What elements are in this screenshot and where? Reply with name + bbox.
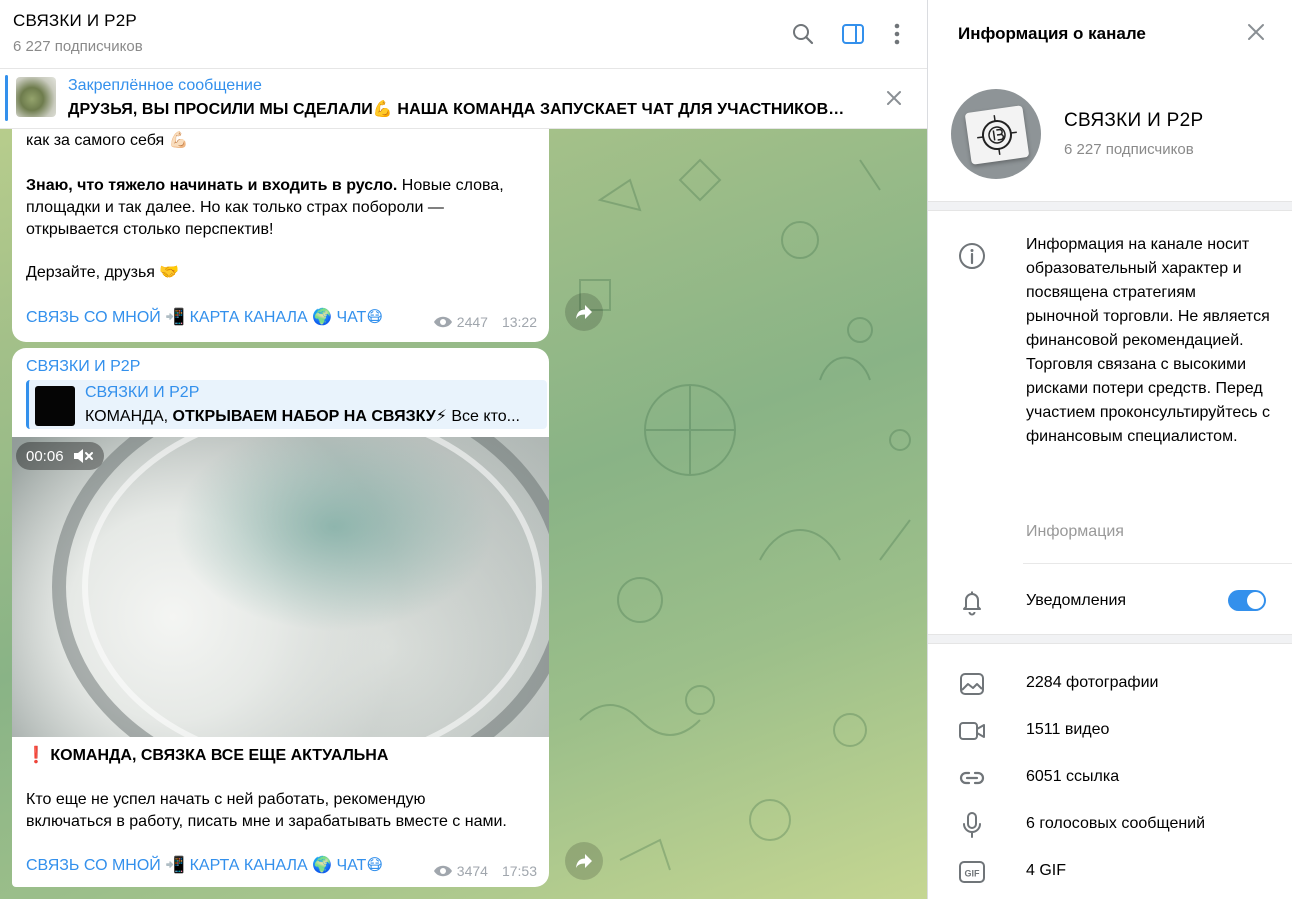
more-vertical-icon (894, 23, 900, 45)
sidebar-toggle-icon (842, 24, 864, 44)
view-count: 2447 (456, 314, 488, 330)
message-text-line: Кто еще не успел начать с ней работать, … (26, 791, 426, 808)
message-sender[interactable]: СВЯЗКИ И P2P (26, 358, 140, 376)
chat-title[interactable]: СВЯЗКИ И P2P (13, 11, 137, 31)
message-meta: 3474 17:53 (433, 863, 537, 879)
reply-title: СВЯЗКИ И P2P (85, 384, 200, 401)
pinned-indicator (5, 75, 8, 121)
message-time: 17:53 (501, 863, 537, 879)
message-links[interactable]: СВЯЗЬ СО МНОЙ 📲 КАРТА КАНАЛА 🌍 ЧАТ😷 (26, 307, 383, 327)
photo-icon (958, 671, 986, 697)
video-icon (958, 718, 986, 744)
eye-icon (433, 865, 452, 877)
microphone-icon (958, 811, 986, 839)
info-panel-title: Информация о канале (958, 24, 1146, 43)
close-info-button[interactable] (1246, 22, 1266, 42)
eye-icon (433, 316, 452, 328)
chat-area: СВЯЗКИ И P2P 6 227 подписчиков Закреплён… (0, 0, 927, 899)
message-bubble[interactable]: СВЯЗКИ И P2P СВЯЗКИ И P2P КОМАНДА, ОТКРЫ… (12, 348, 549, 887)
reply-prefix: КОМАНДА, (85, 408, 173, 425)
message-text-fragment: Новые слова, (397, 177, 504, 194)
forward-icon (576, 305, 592, 319)
message-text-line: включаться в работу, писать мне и зараба… (26, 813, 507, 830)
message-links[interactable]: СВЯЗЬ СО МНОЙ 📲 КАРТА КАНАЛА 🌍 ЧАТ😷 (26, 855, 383, 875)
media-label: 4 GIF (1026, 862, 1067, 879)
message-text-line: как за самого себя 💪🏻 (26, 132, 189, 149)
search-button[interactable] (789, 20, 817, 48)
reply-thumbnail (35, 386, 75, 426)
search-icon (793, 24, 814, 45)
toggle-knob (1247, 592, 1264, 609)
channel-description: Информация на канале носит образовательн… (1026, 236, 1271, 445)
link-icon (958, 765, 986, 791)
message-bold-text: Знаю, что тяжело начинать и входить в ру… (26, 177, 398, 194)
notifications-label: Уведомления (1026, 592, 1127, 609)
forward-icon (576, 854, 592, 868)
gif-icon: GIF (958, 859, 986, 885)
message-text-line: Дерзайте, друзья 🤝 (26, 264, 180, 281)
info-circle-icon (958, 242, 986, 270)
pinned-text: ДРУЗЬЯ, ВЫ ПРОСИЛИ МЫ СДЕЛАЛИ💪 НАША КОМА… (68, 101, 848, 118)
view-count: 3474 (456, 863, 488, 879)
video-frame-shape (82, 437, 542, 737)
pinned-label: Закреплённое сообщение (68, 77, 262, 94)
bitcoin-logo-icon (977, 115, 1017, 155)
video-time-badge[interactable]: 00:06 (16, 442, 104, 470)
video-time: 00:06 (26, 447, 64, 465)
section-divider (928, 201, 1292, 211)
muted-speaker-icon (73, 449, 93, 463)
video-player[interactable]: 00:06 (12, 437, 549, 737)
forward-button[interactable] (565, 842, 603, 880)
reply-text: КОМАНДА, ОТКРЫВАЕМ НАБОР НА СВЯЗКУ⚡ Все … (85, 406, 520, 426)
message-meta: 2447 13:22 (433, 314, 537, 330)
chat-header: СВЯЗКИ И P2P 6 227 подписчиков (0, 0, 927, 69)
reply-bold: ОТКРЫВАЕМ НАБОР НА СВЯЗКУ⚡ (172, 408, 447, 425)
channel-info-panel: Информация о канале СВЯЗКИ И P2P 6 227 п… (927, 0, 1292, 899)
media-label: 6 голосовых сообщений (1026, 815, 1206, 832)
toggle-info-panel-button[interactable] (839, 20, 867, 48)
message-text-line: Знаю, что тяжело начинать и входить в ру… (26, 175, 504, 197)
channel-subscriber-count: 6 227 подписчиков (1064, 141, 1194, 158)
unpin-button[interactable] (884, 88, 904, 108)
message-text-line: открывается столько перспектив! (26, 221, 274, 238)
media-label: 6051 ссылка (1026, 768, 1120, 785)
channel-name: СВЯЗКИ И P2P (1064, 110, 1204, 131)
close-icon (1248, 24, 1264, 40)
reply-suffix: Все кто... (446, 408, 520, 425)
pinned-thumbnail (16, 77, 56, 117)
divider (1023, 563, 1292, 564)
more-button[interactable] (883, 20, 911, 48)
message-heading: ❗ КОМАНДА, СВЯЗКА ВСЕ ЕЩЕ АКТУАЛЬНА (26, 747, 389, 764)
close-icon (887, 91, 901, 105)
notifications-toggle[interactable] (1228, 590, 1266, 611)
bell-icon (958, 588, 986, 616)
pinned-message-bar[interactable]: Закреплённое сообщение ДРУЗЬЯ, ВЫ ПРОСИЛ… (0, 69, 927, 129)
forward-button[interactable] (565, 293, 603, 331)
media-label: 1511 видео (1026, 721, 1110, 738)
message-bubble[interactable]: как за самого себя 💪🏻 Знаю, что тяжело н… (12, 110, 549, 342)
svg-text:GIF: GIF (965, 869, 981, 879)
message-text-line: площадки и так далее. Но как только стра… (26, 199, 444, 216)
section-divider (928, 634, 1292, 644)
media-label: 2284 фотографии (1026, 674, 1159, 691)
avatar-logo-card (964, 105, 1030, 165)
description-label: Информация (1026, 523, 1124, 540)
chat-subscriber-count: 6 227 подписчиков (13, 38, 143, 55)
channel-avatar[interactable] (951, 89, 1041, 179)
message-time: 13:22 (501, 314, 537, 330)
reply-quote[interactable]: СВЯЗКИ И P2P КОМАНДА, ОТКРЫВАЕМ НАБОР НА… (26, 380, 547, 429)
